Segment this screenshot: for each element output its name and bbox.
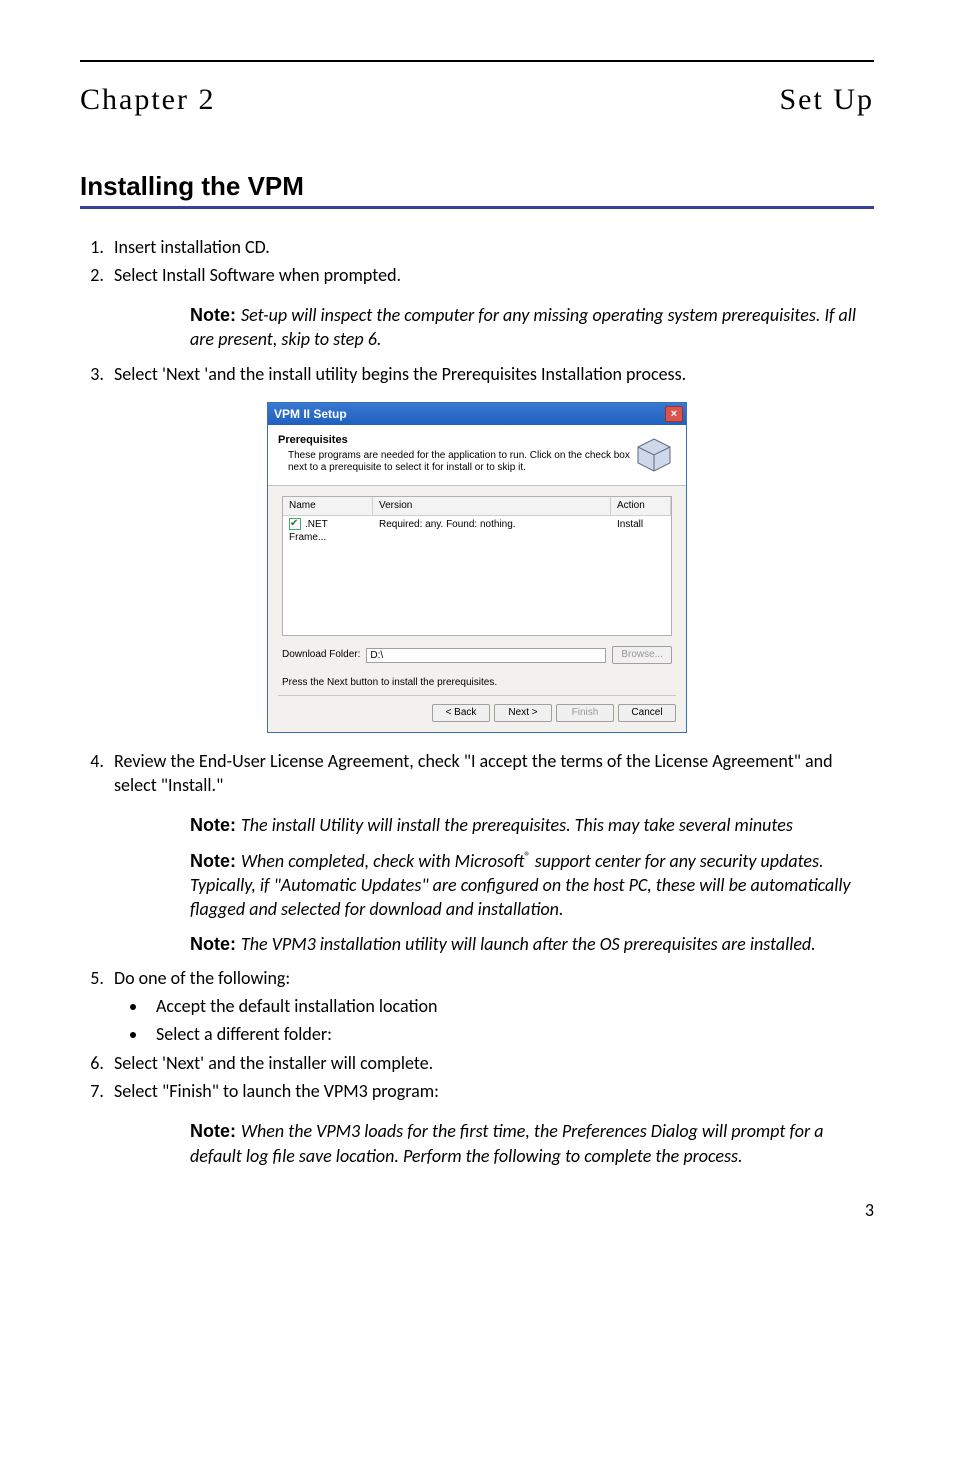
note-3-body-a: When completed, check with Microsoft xyxy=(241,850,524,872)
next-button[interactable]: Next > xyxy=(494,704,552,722)
box-icon xyxy=(632,433,676,477)
list-item[interactable]: .NET Frame... Required: any. Found: noth… xyxy=(283,516,671,547)
note-lead: Note: xyxy=(190,1121,241,1141)
steps-list-cont-4: Review the End-User License Agreement, c… xyxy=(80,749,874,798)
close-icon[interactable]: × xyxy=(665,406,683,422)
setup-dialog: VPM II Setup × Prerequisites These progr… xyxy=(267,402,687,733)
dialog-titlebar: VPM II Setup × xyxy=(268,403,686,425)
note-2: Note: The install Utility will install t… xyxy=(190,813,874,837)
top-rule xyxy=(80,60,874,62)
finish-button[interactable]: Finish xyxy=(556,704,614,722)
note-2-body: The install Utility will install the pre… xyxy=(241,814,793,836)
checkbox-icon[interactable] xyxy=(289,518,301,530)
prerequisites-list: Name Version Action .NET Frame... Requir… xyxy=(282,496,672,636)
note-5: Note: When the VPM3 loads for the first … xyxy=(190,1119,874,1168)
note-lead: Note: xyxy=(190,305,241,325)
steps-list-cont-3: Select 'Next 'and the install utility be… xyxy=(80,362,874,386)
note-3: Note: When completed, check with Microso… xyxy=(190,848,874,922)
press-next-text: Press the Next button to install the pre… xyxy=(268,670,686,690)
row-action: Install xyxy=(611,516,671,547)
steps-list-cont-5: Do one of the following: Accept the defa… xyxy=(80,966,874,1103)
col-action: Action xyxy=(611,497,671,516)
download-label: Download Folder: xyxy=(282,648,360,662)
note-lead: Note: xyxy=(190,815,241,835)
chapter-header: Chapter 2 Set Up xyxy=(80,80,874,121)
chapter-title: Set Up xyxy=(780,80,875,121)
steps-list: Insert installation CD. Select Install S… xyxy=(80,235,874,288)
col-version: Version xyxy=(373,497,611,516)
step-5-bullet-1: Accept the default installation location xyxy=(148,994,874,1018)
note-4: Note: The VPM3 installation utility will… xyxy=(190,932,874,956)
chapter-label: Chapter 2 xyxy=(80,80,215,121)
step-7: Select "Finish" to launch the VPM3 progr… xyxy=(108,1079,874,1103)
dialog-header-sub: These programs are needed for the applic… xyxy=(288,450,632,474)
step-1: Insert installation CD. xyxy=(108,235,874,259)
download-folder-input[interactable] xyxy=(366,648,606,663)
note-lead: Note: xyxy=(190,934,241,954)
step-2: Select Install Software when prompted. xyxy=(108,263,874,287)
step-5-text: Do one of the following: xyxy=(114,967,290,989)
dialog-header: Prerequisites These programs are needed … xyxy=(268,425,686,486)
step-5: Do one of the following: Accept the defa… xyxy=(108,966,874,1047)
page-number: 3 xyxy=(80,1198,874,1222)
note-1-body: Set-up will inspect the computer for any… xyxy=(190,304,856,350)
browse-button[interactable]: Browse... xyxy=(612,646,672,664)
step-4: Review the End-User License Agreement, c… xyxy=(108,749,874,798)
note-5-body: When the VPM3 loads for the first time, … xyxy=(190,1120,823,1166)
note-lead: Note: xyxy=(190,851,241,871)
dialog-title: VPM II Setup xyxy=(274,406,347,422)
section-rule xyxy=(80,206,874,209)
back-button[interactable]: < Back xyxy=(432,704,490,722)
col-name: Name xyxy=(283,497,373,516)
section-title: Installing the VPM xyxy=(80,169,874,204)
note-1: Note: Set-up will inspect the computer f… xyxy=(190,303,874,352)
step-6: Select 'Next' and the installer will com… xyxy=(108,1051,874,1075)
row-version: Required: any. Found: nothing. xyxy=(373,516,611,547)
cancel-button[interactable]: Cancel xyxy=(618,704,676,722)
step-5-bullet-2: Select a different folder: xyxy=(148,1022,874,1046)
step-3: Select 'Next 'and the install utility be… xyxy=(108,362,874,386)
note-4-body: The VPM3 installation utility will launc… xyxy=(241,933,816,955)
dialog-header-title: Prerequisites xyxy=(278,433,632,448)
step-5-bullets: Accept the default installation location… xyxy=(148,994,874,1047)
